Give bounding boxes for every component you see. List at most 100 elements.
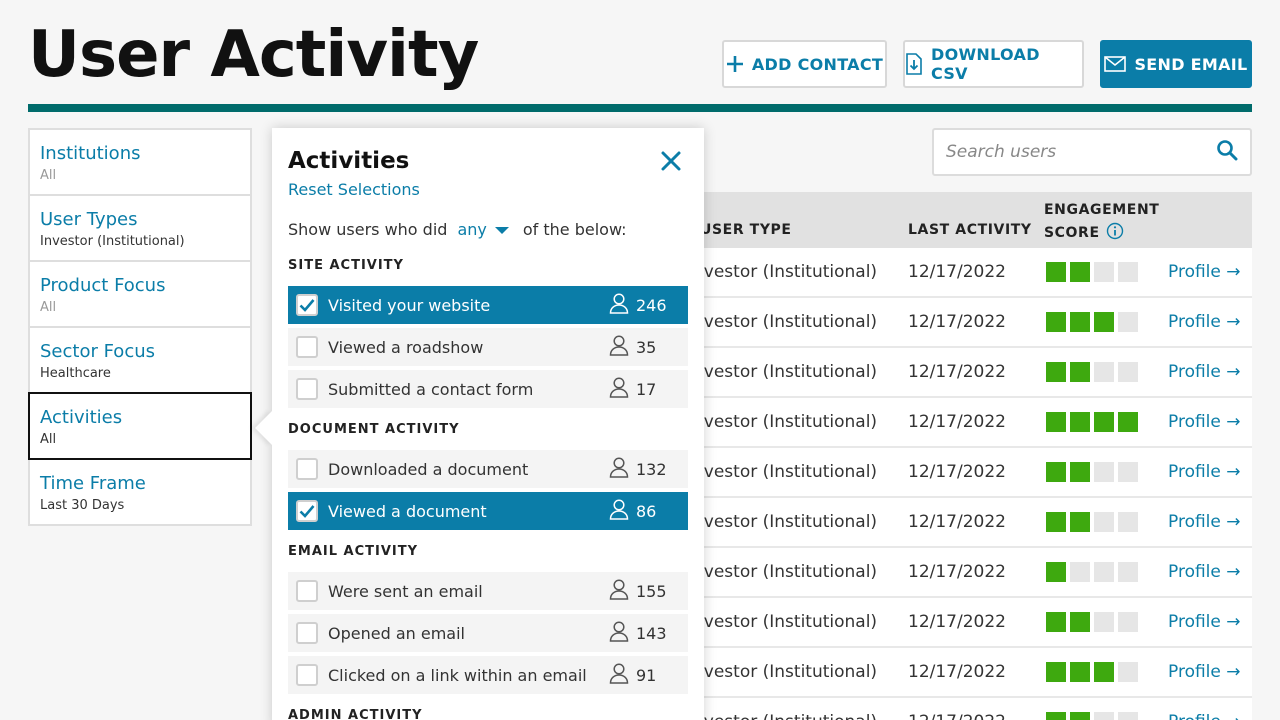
profile-link[interactable]: Profile → xyxy=(1168,562,1241,582)
info-icon[interactable] xyxy=(1106,222,1124,244)
score-block xyxy=(1094,362,1114,382)
match-suffix: of the below: xyxy=(522,220,627,239)
col-engagement[interactable]: ENGAGEMENT xyxy=(1044,202,1159,218)
filter-sector-focus[interactable]: Sector Focus Healthcare xyxy=(28,326,252,394)
score-block xyxy=(1070,362,1090,382)
filter-institutions[interactable]: Institutions All xyxy=(28,128,252,196)
score-block xyxy=(1046,262,1066,282)
score-block xyxy=(1070,612,1090,632)
search-icon[interactable] xyxy=(1216,139,1238,165)
checkbox[interactable] xyxy=(296,664,318,686)
col-last-activity[interactable]: LAST ACTIVITY xyxy=(908,222,1032,238)
option-count-value: 246 xyxy=(636,295,667,315)
add-contact-button[interactable]: ADD CONTACT xyxy=(722,40,887,88)
profile-link[interactable]: Profile → xyxy=(1168,612,1241,632)
filter-title: User Types xyxy=(40,209,138,230)
close-icon[interactable] xyxy=(658,148,684,174)
download-icon xyxy=(905,53,923,75)
activity-option[interactable]: Clicked on a link within an email 91 xyxy=(288,656,688,694)
match-mode-dropdown[interactable]: any xyxy=(457,220,486,239)
activity-option[interactable]: Submitted a contact form 17 xyxy=(288,370,688,408)
engagement-score xyxy=(1046,312,1138,332)
popover-pointer xyxy=(255,411,289,445)
user-icon xyxy=(608,620,630,646)
user-type-cell: Investor (Institutional) xyxy=(688,712,877,720)
option-count: 143 xyxy=(608,620,688,646)
option-count-value: 35 xyxy=(636,337,657,357)
engagement-score xyxy=(1046,362,1138,382)
checkbox[interactable] xyxy=(296,622,318,644)
option-count-value: 155 xyxy=(636,581,667,601)
profile-link[interactable]: Profile → xyxy=(1168,362,1241,382)
option-count: 86 xyxy=(608,498,688,524)
checkbox-checked[interactable] xyxy=(296,500,318,522)
checkbox[interactable] xyxy=(296,378,318,400)
activity-option[interactable]: Visited your website 246 xyxy=(288,286,688,324)
download-csv-button[interactable]: DOWNLOAD CSV xyxy=(903,40,1084,88)
activity-option[interactable]: Opened an email 143 xyxy=(288,614,688,652)
download-csv-label: DOWNLOAD CSV xyxy=(931,45,1040,83)
section-heading: ADMIN ACTIVITY xyxy=(288,708,423,720)
activity-option[interactable]: Viewed a document 86 xyxy=(288,492,688,530)
col-user-type[interactable]: USER TYPE xyxy=(700,222,792,238)
col-engagement-score[interactable]: SCORE xyxy=(1044,222,1124,244)
search-input[interactable] xyxy=(946,142,1216,162)
score-block xyxy=(1070,562,1090,582)
last-activity-cell: 12/17/2022 xyxy=(908,562,1006,582)
filter-user-types[interactable]: User Types Investor (Institutional) xyxy=(28,194,252,262)
page-title: User Activity xyxy=(28,18,479,92)
popover-title: Activities xyxy=(288,148,410,174)
filter-product-focus[interactable]: Product Focus All xyxy=(28,260,252,328)
score-block xyxy=(1046,462,1066,482)
filter-title: Activities xyxy=(40,407,123,428)
profile-link[interactable]: Profile → xyxy=(1168,662,1241,682)
user-icon xyxy=(608,662,630,688)
option-label: Viewed a document xyxy=(328,501,487,521)
checkbox-checked[interactable] xyxy=(296,294,318,316)
score-block xyxy=(1094,512,1114,532)
last-activity-cell: 12/17/2022 xyxy=(908,412,1006,432)
user-icon xyxy=(608,498,630,524)
user-icon xyxy=(608,334,630,360)
user-type-cell: Investor (Institutional) xyxy=(688,612,878,632)
score-block xyxy=(1070,712,1090,720)
checkbox[interactable] xyxy=(296,580,318,602)
score-block xyxy=(1118,562,1138,582)
activity-option[interactable]: Viewed a roadshow 35 xyxy=(288,328,688,366)
profile-link[interactable]: Profile → xyxy=(1168,262,1241,282)
filter-value: Investor (Institutional) xyxy=(40,234,185,249)
activity-option[interactable]: Downloaded a document 132 xyxy=(288,450,688,488)
filter-activities[interactable]: Activities All xyxy=(28,392,252,460)
score-block xyxy=(1046,412,1066,432)
score-block xyxy=(1046,562,1066,582)
user-type-cell: Investor (Institutional) xyxy=(688,662,878,682)
checkbox[interactable] xyxy=(296,458,318,480)
col-engagement-score-label: SCORE xyxy=(1044,225,1100,241)
engagement-score xyxy=(1046,612,1138,632)
score-block xyxy=(1070,462,1090,482)
last-activity-cell: 12/17/2022 xyxy=(908,662,1006,682)
score-block xyxy=(1118,512,1138,532)
match-prefix: Show users who did xyxy=(288,220,448,239)
profile-link[interactable]: Profile → xyxy=(1168,462,1241,482)
send-email-button[interactable]: SEND EMAIL xyxy=(1100,40,1252,88)
profile-link[interactable]: Profile → xyxy=(1168,712,1241,720)
filter-time-frame[interactable]: Time Frame Last 30 Days xyxy=(28,458,252,526)
profile-link[interactable]: Profile → xyxy=(1168,512,1241,532)
activity-option[interactable]: Were sent an email 155 xyxy=(288,572,688,610)
checkbox[interactable] xyxy=(296,336,318,358)
score-block xyxy=(1118,612,1138,632)
reset-selections-link[interactable]: Reset Selections xyxy=(288,180,420,199)
header-divider xyxy=(28,104,1252,112)
activities-popover: Activities Reset Selections Show users w… xyxy=(255,128,704,720)
score-block xyxy=(1118,362,1138,382)
profile-link[interactable]: Profile → xyxy=(1168,312,1241,332)
filter-title: Sector Focus xyxy=(40,341,155,362)
user-icon xyxy=(608,456,630,482)
chevron-down-icon[interactable] xyxy=(494,227,509,234)
option-count-value: 17 xyxy=(636,379,657,399)
profile-link[interactable]: Profile → xyxy=(1168,412,1241,432)
score-block xyxy=(1070,312,1090,332)
send-email-label: SEND EMAIL xyxy=(1134,54,1248,74)
plus-icon xyxy=(726,55,744,73)
